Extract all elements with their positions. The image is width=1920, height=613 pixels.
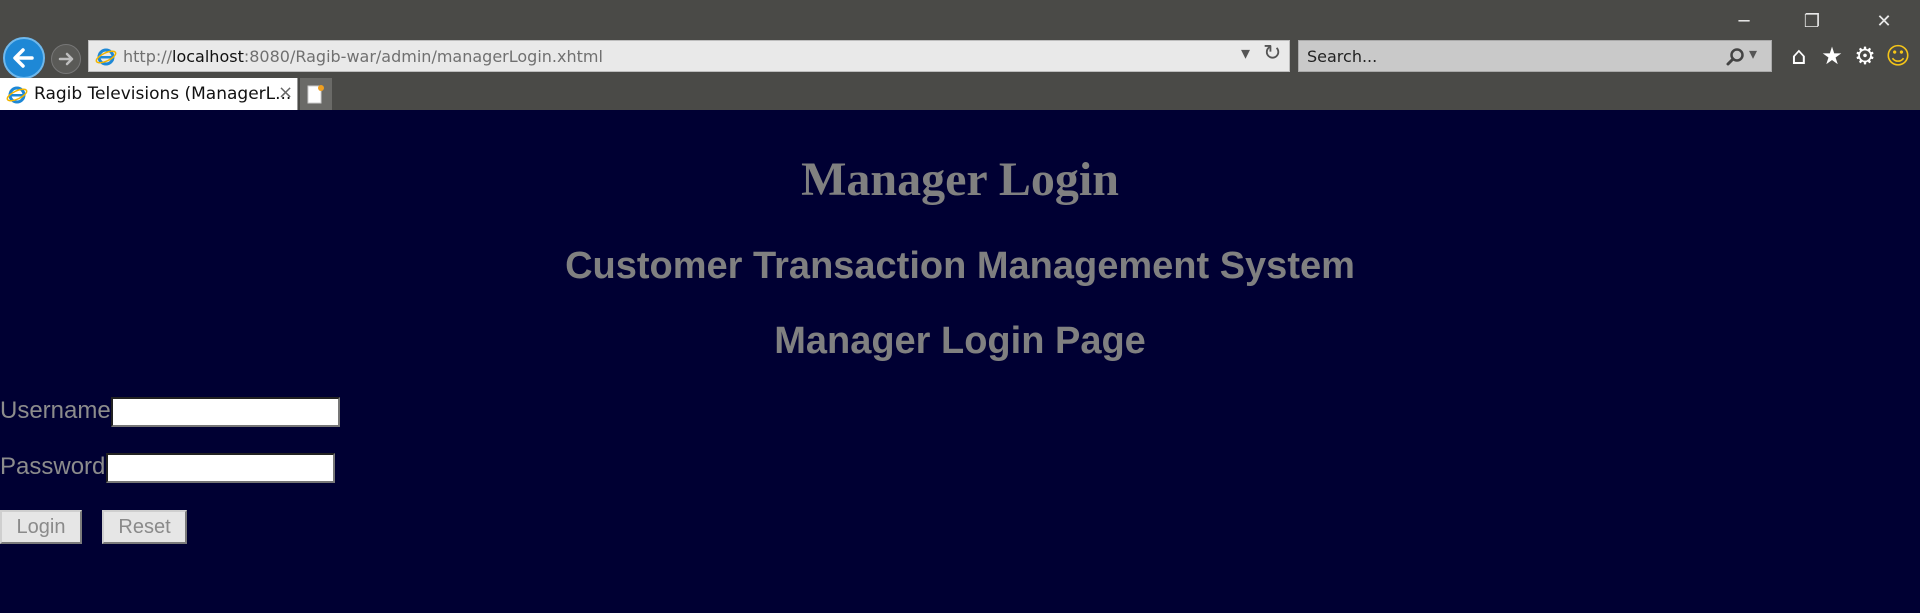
new-tab-icon [307,85,324,104]
password-label: Password [0,453,106,480]
feedback-smiley-icon[interactable]: ☺ [1884,42,1912,70]
tab-ie-icon [6,86,28,104]
page-title: Manager Login [801,153,1119,206]
password-input[interactable] [106,453,335,483]
tab-title: Ragib Televisions (ManagerL... [34,84,292,104]
ie-logo-icon [95,48,117,66]
back-button[interactable] [3,37,45,79]
username-label: Username [0,397,111,424]
restore-icon[interactable]: ❐ [1792,8,1832,36]
address-url: http://localhost:8080/Ragib-war/admin/ma… [123,47,603,66]
address-bar[interactable]: http://localhost:8080/Ragib-war/admin/ma… [88,40,1290,72]
search-icon[interactable] [1725,47,1745,67]
login-button[interactable]: Login [0,510,82,544]
settings-gear-icon[interactable]: ⚙ [1851,42,1879,70]
search-box[interactable]: Search... ▾ [1298,40,1772,72]
favorites-star-icon[interactable]: ★ [1818,42,1846,70]
tab-close-icon[interactable]: × [278,82,293,103]
close-icon[interactable]: ✕ [1864,8,1904,36]
login-page-heading: Manager Login Page [774,320,1146,362]
search-placeholder: Search... [1307,47,1378,66]
system-heading: Customer Transaction Management System [565,245,1355,287]
refresh-icon[interactable]: ↻ [1263,41,1281,66]
new-tab-button[interactable] [300,78,332,110]
forward-arrow-icon [58,52,74,66]
reset-button[interactable]: Reset [102,510,187,544]
search-dropdown-icon[interactable]: ▾ [1749,44,1757,63]
address-dropdown-icon[interactable]: ▾ [1241,43,1250,64]
url-host: localhost [172,47,244,66]
forward-button[interactable] [51,44,81,74]
tab-active[interactable]: Ragib Televisions (ManagerL... × [0,78,298,110]
url-path: :8080/Ragib-war/admin/managerLogin.xhtml [243,47,603,66]
home-icon[interactable]: ⌂ [1785,42,1813,70]
url-scheme: http:// [123,47,173,66]
minimize-icon[interactable]: ─ [1724,8,1764,36]
username-input[interactable] [111,397,340,427]
page-content: Manager Login Customer Transaction Manag… [0,110,1920,613]
back-arrow-icon [13,48,34,68]
browser-chrome: ─ ❐ ✕ http://localhost:8080/Ragib-war/ad… [0,0,1920,110]
